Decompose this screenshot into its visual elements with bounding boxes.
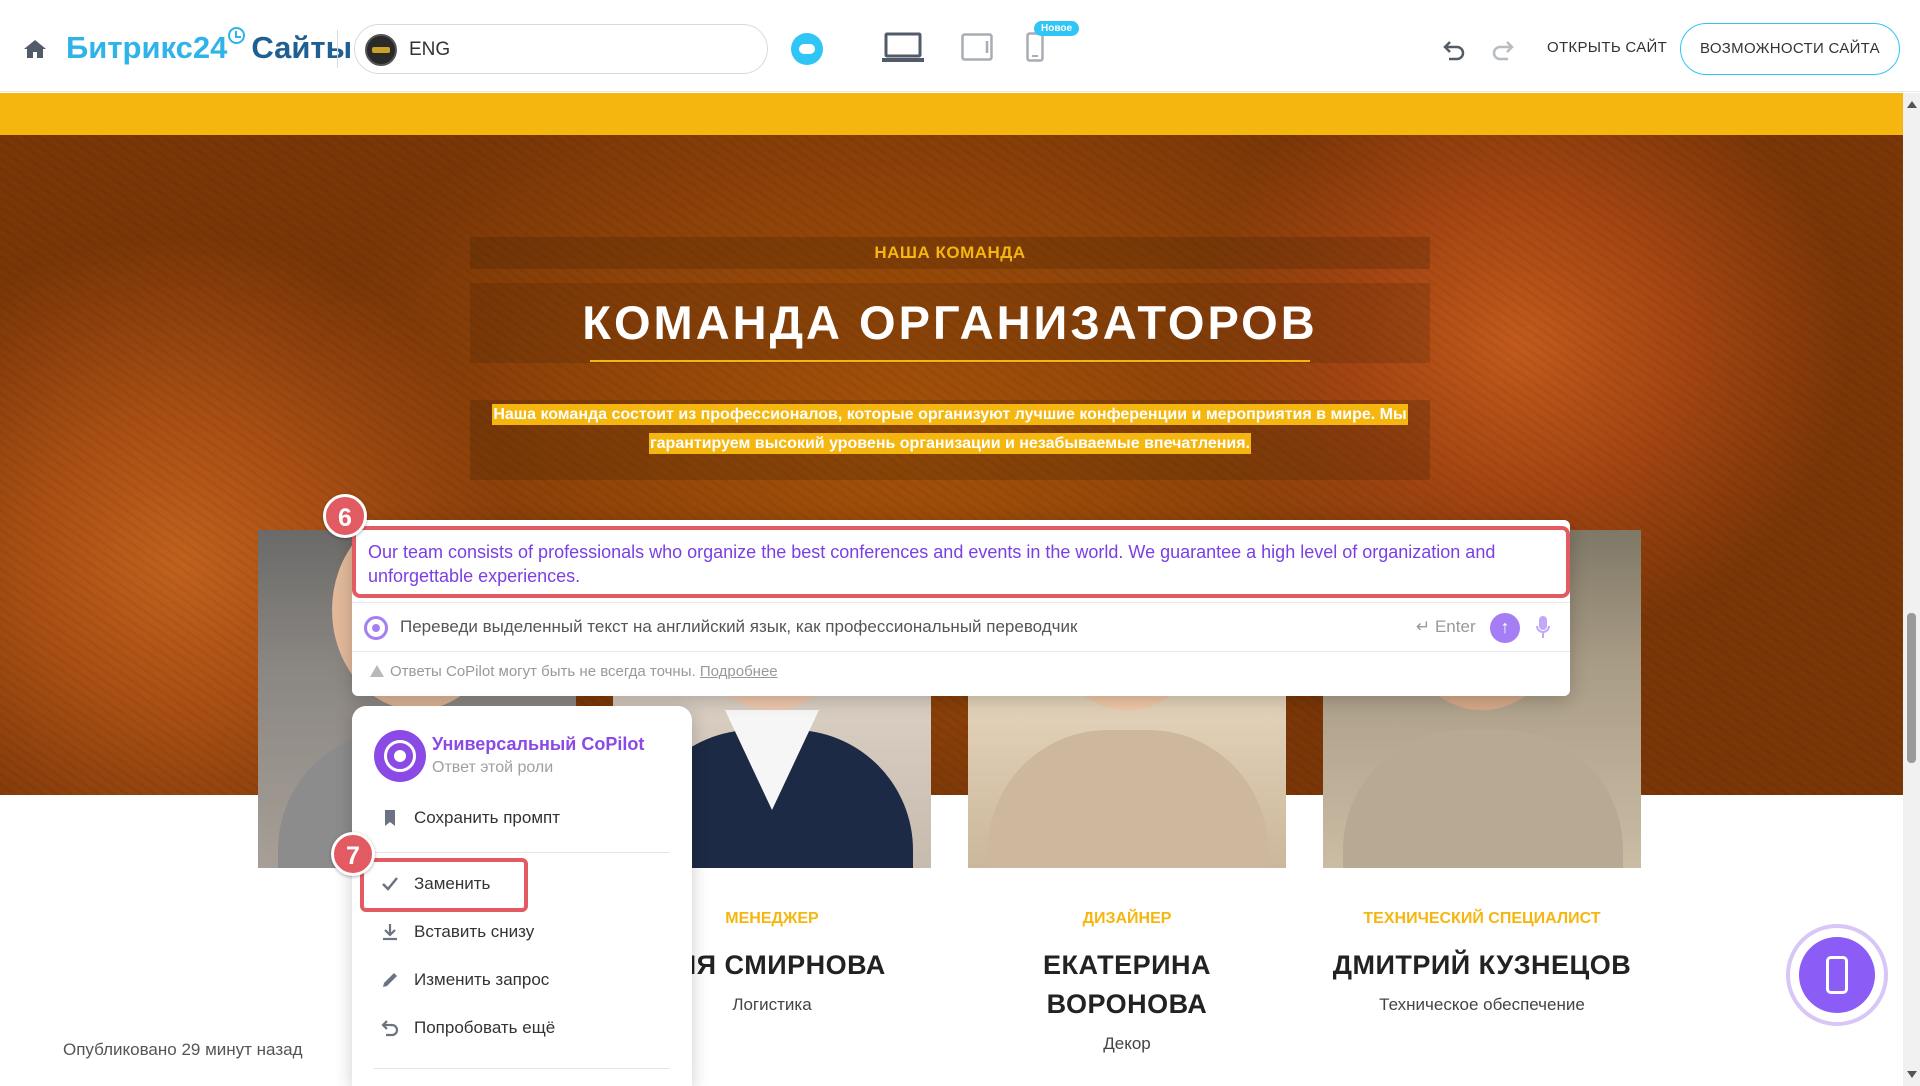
scroll-thumb[interactable]: [1907, 613, 1916, 763]
cloud-icon[interactable]: [791, 33, 823, 65]
team-member-name-4[interactable]: ДМИТРИЙ КУЗНЕЦОВ: [1323, 946, 1641, 985]
open-site-link[interactable]: ОТКРЫТЬ САЙТ: [1547, 39, 1667, 56]
divider: [337, 30, 338, 68]
mobile-view-icon[interactable]: [1026, 32, 1044, 62]
step-badge-7: 7: [331, 832, 375, 876]
team-member-role-4[interactable]: ТЕХНИЧЕСКИЙ СПЕЦИАЛИСТ: [1323, 910, 1641, 928]
mobile-preview-button[interactable]: [1786, 924, 1888, 1026]
clock-icon: [228, 27, 246, 44]
menu-item-try-again[interactable]: Попробовать ещё: [380, 1014, 670, 1046]
copilot-prompt-row: Переведи выделенный текст на английский …: [352, 602, 1570, 652]
scrollbar[interactable]: [1903, 93, 1920, 1086]
selected-text-line-1: Наша команда состоит из профессионалов, …: [492, 404, 1408, 425]
site-avatar-icon: [365, 34, 397, 66]
desktop-view-icon[interactable]: [882, 32, 924, 64]
menu-divider: [374, 852, 670, 853]
language-selector[interactable]: ENG: [354, 24, 768, 74]
menu-item-insert-below[interactable]: Вставить снизу: [380, 918, 670, 950]
copilot-result-text[interactable]: Our team consists of professionals who o…: [352, 526, 1570, 598]
learn-more-link[interactable]: Подробнее: [700, 663, 778, 680]
copilot-disclaimer: Ответы CoPilot могут быть не всегда точн…: [370, 663, 778, 680]
bookmark-icon: [385, 810, 395, 826]
menu-divider: [374, 1068, 670, 1069]
menu-item-edit-request[interactable]: Изменить запрос: [380, 966, 670, 998]
copilot-prompt-input[interactable]: Переведи выделенный текст на английский …: [400, 617, 1077, 637]
copilot-action-menu: Универсальный CoPilot Ответ этой роли Со…: [352, 706, 692, 1086]
language-label: ENG: [409, 39, 451, 60]
menu-item-save-prompt[interactable]: Сохранить промпт: [380, 804, 670, 836]
header-band: [0, 93, 1903, 135]
published-status: Опубликовано 29 минут назад: [63, 1040, 303, 1059]
copilot-role-subtitle: Ответ этой роли: [432, 759, 554, 776]
warning-icon: [370, 665, 384, 677]
replace-highlight-frame: [360, 858, 528, 912]
team-member-desc-3[interactable]: Декор: [968, 1034, 1286, 1054]
send-arrow-icon[interactable]: ↑: [1490, 613, 1520, 643]
selected-text-line-2: гарантируем высокий уровень организации …: [648, 433, 1252, 454]
copilot-role-icon: [374, 730, 426, 782]
section-kicker[interactable]: НАША КОМАНДА: [470, 237, 1430, 269]
new-badge: Новое: [1034, 21, 1080, 36]
microphone-icon[interactable]: [1536, 615, 1550, 639]
scroll-up-arrow-icon[interactable]: [1907, 101, 1917, 108]
pencil-icon: [383, 973, 397, 987]
retry-icon: [381, 1020, 399, 1037]
redo-icon[interactable]: [1490, 36, 1516, 62]
team-member-role-3[interactable]: ДИЗАЙНЕР: [968, 910, 1286, 928]
team-member-name-3[interactable]: ЕКАТЕРИНА ВОРОНОВА: [968, 946, 1286, 1024]
title-underline: [590, 360, 1310, 362]
copilot-role-title[interactable]: Универсальный CoPilot: [432, 734, 644, 755]
section-description[interactable]: Наша команда состоит из профессионалов, …: [470, 400, 1430, 480]
enter-hint: ↵ Enter: [1416, 617, 1476, 636]
download-icon: [383, 924, 397, 941]
team-member-desc-4[interactable]: Техническое обеспечение: [1323, 995, 1641, 1015]
scroll-down-arrow-icon[interactable]: [1907, 1071, 1917, 1078]
tablet-view-icon[interactable]: [961, 33, 993, 61]
copilot-panel: Our team consists of professionals who o…: [352, 520, 1570, 696]
step-badge-6: 6: [323, 494, 367, 538]
section-title[interactable]: КОМАНДА ОРГАНИЗАТОРОВ: [470, 283, 1430, 363]
bitrix24-sites-logo[interactable]: Битрикс24 Сайты: [66, 27, 352, 66]
home-icon[interactable]: [22, 38, 48, 60]
copilot-icon: [364, 616, 388, 640]
top-toolbar: Битрикс24 Сайты ENG Новое ОТКРЫТЬ САЙТ ВО…: [0, 0, 1920, 92]
undo-icon[interactable]: [1441, 36, 1467, 62]
site-features-button[interactable]: ВОЗМОЖНОСТИ САЙТА: [1680, 23, 1900, 75]
phone-icon: [1826, 956, 1848, 994]
